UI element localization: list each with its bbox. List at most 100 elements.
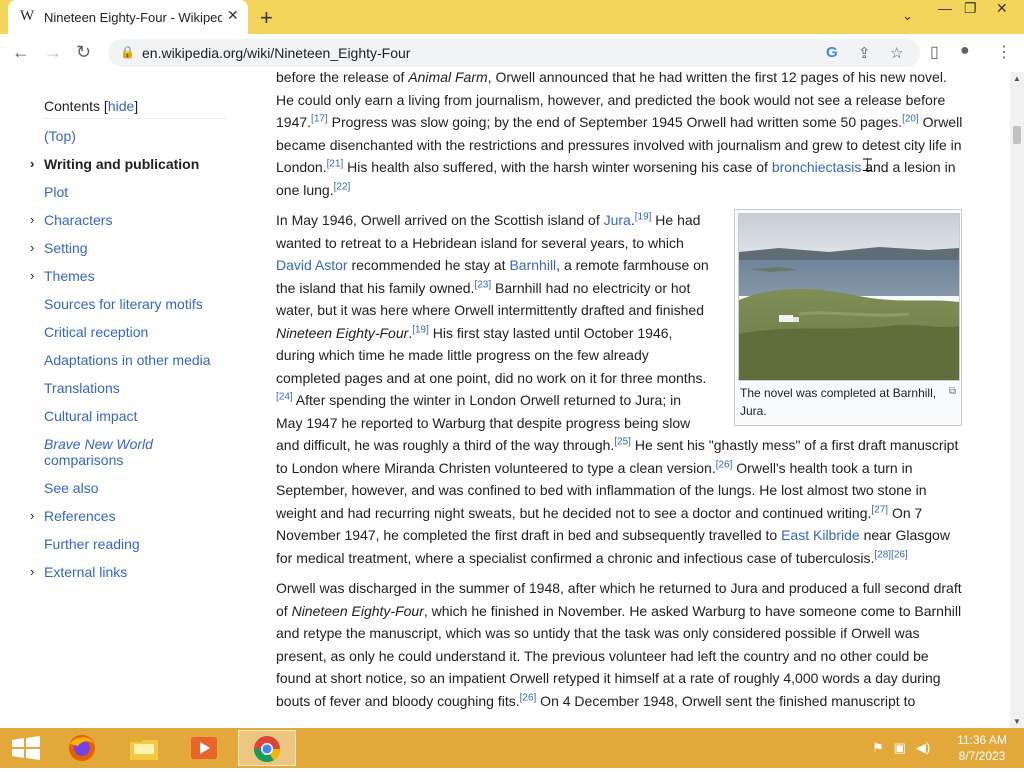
toc-item-setting[interactable]: › Setting — [30, 240, 88, 256]
link-barnhill[interactable]: Barnhill — [509, 257, 556, 273]
text: His health also suffered, with the harsh… — [343, 159, 772, 175]
file-explorer-icon[interactable] — [118, 730, 170, 766]
side-panel-icon[interactable]: ▯ — [930, 42, 939, 62]
profile-avatar-icon[interactable]: ● — [960, 42, 970, 60]
toc-item-cultural-impact[interactable]: Cultural impact — [44, 408, 137, 424]
citation-link[interactable]: [26] — [716, 459, 733, 470]
chrome-icon[interactable] — [238, 730, 296, 766]
share-icon[interactable]: ⇪ — [858, 44, 871, 62]
reload-button[interactable]: ↻ — [76, 42, 91, 63]
italic-title: Nineteen Eighty-Four — [291, 602, 424, 619]
citation-link[interactable]: [20] — [902, 113, 919, 124]
toc-item-references[interactable]: › References — [30, 508, 116, 524]
forward-button[interactable]: → — [44, 42, 62, 63]
citation-link[interactable]: [19] — [412, 324, 429, 335]
address-bar[interactable]: 🔒 en.wikipedia.org/wiki/Nineteen_Eighty-… — [108, 39, 920, 67]
text: recommended he stay at — [347, 257, 510, 273]
close-window-button[interactable]: ✕ — [996, 0, 1008, 17]
url-text[interactable]: en.wikipedia.org/wiki/Nineteen_Eighty-Fo… — [142, 45, 410, 61]
scroll-up-arrow-icon[interactable]: ▲ — [1013, 74, 1021, 83]
volume-icon[interactable]: ◀) — [916, 740, 930, 755]
citation-link[interactable]: [27] — [871, 504, 888, 515]
clock-date: 8/7/2023 — [958, 749, 1006, 763]
toc-item-label: Writing and publication — [44, 156, 200, 172]
scroll-down-arrow-icon[interactable]: ▼ — [1013, 717, 1021, 726]
chevron-right-icon[interactable]: › — [30, 212, 34, 228]
new-tab-button[interactable]: + — [260, 5, 273, 31]
toc-item-writing-and-publication[interactable]: › Writing and publication — [30, 156, 200, 172]
toc-item-further-reading[interactable]: Further reading — [44, 536, 140, 552]
restore-button[interactable]: ❐ — [964, 0, 977, 17]
toc-item-label: Plot — [44, 184, 69, 200]
toc-item-characters[interactable]: › Characters — [30, 212, 112, 228]
toc-item-label: References — [44, 508, 116, 524]
network-icon[interactable]: ▣ — [894, 740, 906, 755]
scrollbar-thumb[interactable] — [1013, 126, 1021, 144]
enlarge-icon[interactable]: ⧉ — [949, 383, 956, 401]
chevron-right-icon[interactable]: › — [30, 508, 34, 524]
system-clock[interactable]: 11:36 AM 8/7/2023 — [950, 732, 1014, 764]
link-east-kilbride[interactable]: East Kilbride — [781, 527, 860, 543]
image-thumbnail: The novel was completed at Barnhill, Jur… — [734, 209, 962, 426]
citation-link[interactable]: [23] — [474, 279, 491, 290]
browser-tab[interactable]: W Nineteen Eighty-Four - Wikipedia ✕ — [8, 0, 248, 34]
tab-close-icon[interactable]: ✕ — [227, 7, 239, 24]
citation-link[interactable]: [26] — [520, 692, 537, 703]
start-button[interactable] — [0, 730, 52, 766]
toc-item-label: Translations — [44, 380, 120, 396]
chevron-right-icon[interactable]: › — [30, 564, 34, 580]
wikipedia-page: Contents [hide] (Top) › Writing and publi… — [0, 72, 1010, 728]
browser-toolbar: ← → ↻ 🔒 en.wikipedia.org/wiki/Nineteen_E… — [0, 34, 1024, 73]
chevron-right-icon[interactable]: › — [30, 268, 34, 284]
lock-icon[interactable]: 🔒 — [120, 45, 135, 59]
tab-search-chevron-icon[interactable]: ⌄ — [902, 8, 913, 24]
citation-link[interactable]: [17] — [311, 113, 328, 124]
media-player-icon[interactable] — [178, 730, 230, 766]
firefox-icon[interactable] — [56, 730, 108, 766]
link-david-astor[interactable]: David Astor — [276, 257, 348, 273]
citation-link[interactable]: [19] — [635, 211, 652, 222]
link-jura[interactable]: Jura — [604, 212, 631, 228]
toc-item-adaptations[interactable]: Adaptations in other media — [44, 352, 211, 368]
minimize-button[interactable]: — — [938, 0, 952, 16]
menu-kebab-icon[interactable]: ⋮ — [996, 42, 1012, 62]
bookmark-star-icon[interactable]: ☆ — [890, 44, 903, 62]
toc-item-label: Setting — [44, 240, 88, 256]
toc-item-critical-reception[interactable]: Critical reception — [44, 324, 148, 340]
chevron-right-icon[interactable]: › — [30, 240, 34, 256]
toc-item-plot[interactable]: Plot — [44, 184, 68, 200]
italic-title: Nineteen Eighty-Four — [276, 324, 409, 341]
toc-item-external-links[interactable]: › External links — [30, 564, 127, 580]
paragraph-1: before the release of Animal Farm, Orwel… — [276, 72, 966, 201]
caption-text: The novel was completed at Barnhill, Jur… — [740, 386, 937, 418]
text: On 4 December 1948, Orwell sent the fini… — [536, 692, 916, 709]
toc-item-label: Adaptations in other media — [44, 352, 211, 368]
google-lens-icon[interactable]: G — [826, 44, 838, 61]
toc-hide-link[interactable]: hide — [108, 98, 134, 114]
citation-link[interactable]: [28][26] — [874, 549, 907, 560]
page-scrollbar[interactable]: ▲ ▼ — [1010, 72, 1024, 728]
flag-icon[interactable]: ⚑ — [872, 740, 884, 755]
toc-item-see-also[interactable]: See also — [44, 480, 98, 496]
toc-item-label: Cultural impact — [44, 408, 138, 424]
tab-title: Nineteen Eighty-Four - Wikipedia — [44, 10, 222, 25]
chevron-right-icon[interactable]: › — [30, 156, 34, 172]
paragraph-3: Orwell was discharged in the summer of 1… — [276, 577, 966, 712]
barnhill-photo[interactable] — [738, 213, 960, 381]
back-button[interactable]: ← — [12, 42, 30, 63]
toc-item-sources[interactable]: Sources for literary motifs — [44, 296, 203, 312]
toc-item-label: See also — [44, 480, 99, 496]
toc-item-themes[interactable]: › Themes — [30, 268, 95, 284]
toc-item-translations[interactable]: Translations — [44, 380, 120, 396]
toc-item-brave-new-world[interactable]: Brave New World comparisons — [44, 436, 153, 468]
citation-link[interactable]: [25] — [614, 436, 631, 447]
windows-taskbar: ⚑ ▣ ◀) 11:36 AM 8/7/2023 — [0, 728, 1024, 768]
link-bronchiectasis[interactable]: bronchiectasis — [772, 159, 862, 175]
citation-link[interactable]: [24] — [276, 391, 293, 402]
citation-link[interactable]: [22] — [334, 181, 351, 192]
toc-item-top[interactable]: (Top) — [44, 128, 76, 144]
system-tray: ⚑ ▣ ◀) — [872, 740, 940, 756]
toc-item-label: (Top) — [44, 128, 76, 144]
citation-link[interactable]: [21] — [327, 158, 344, 169]
text: before the release of — [276, 72, 409, 85]
